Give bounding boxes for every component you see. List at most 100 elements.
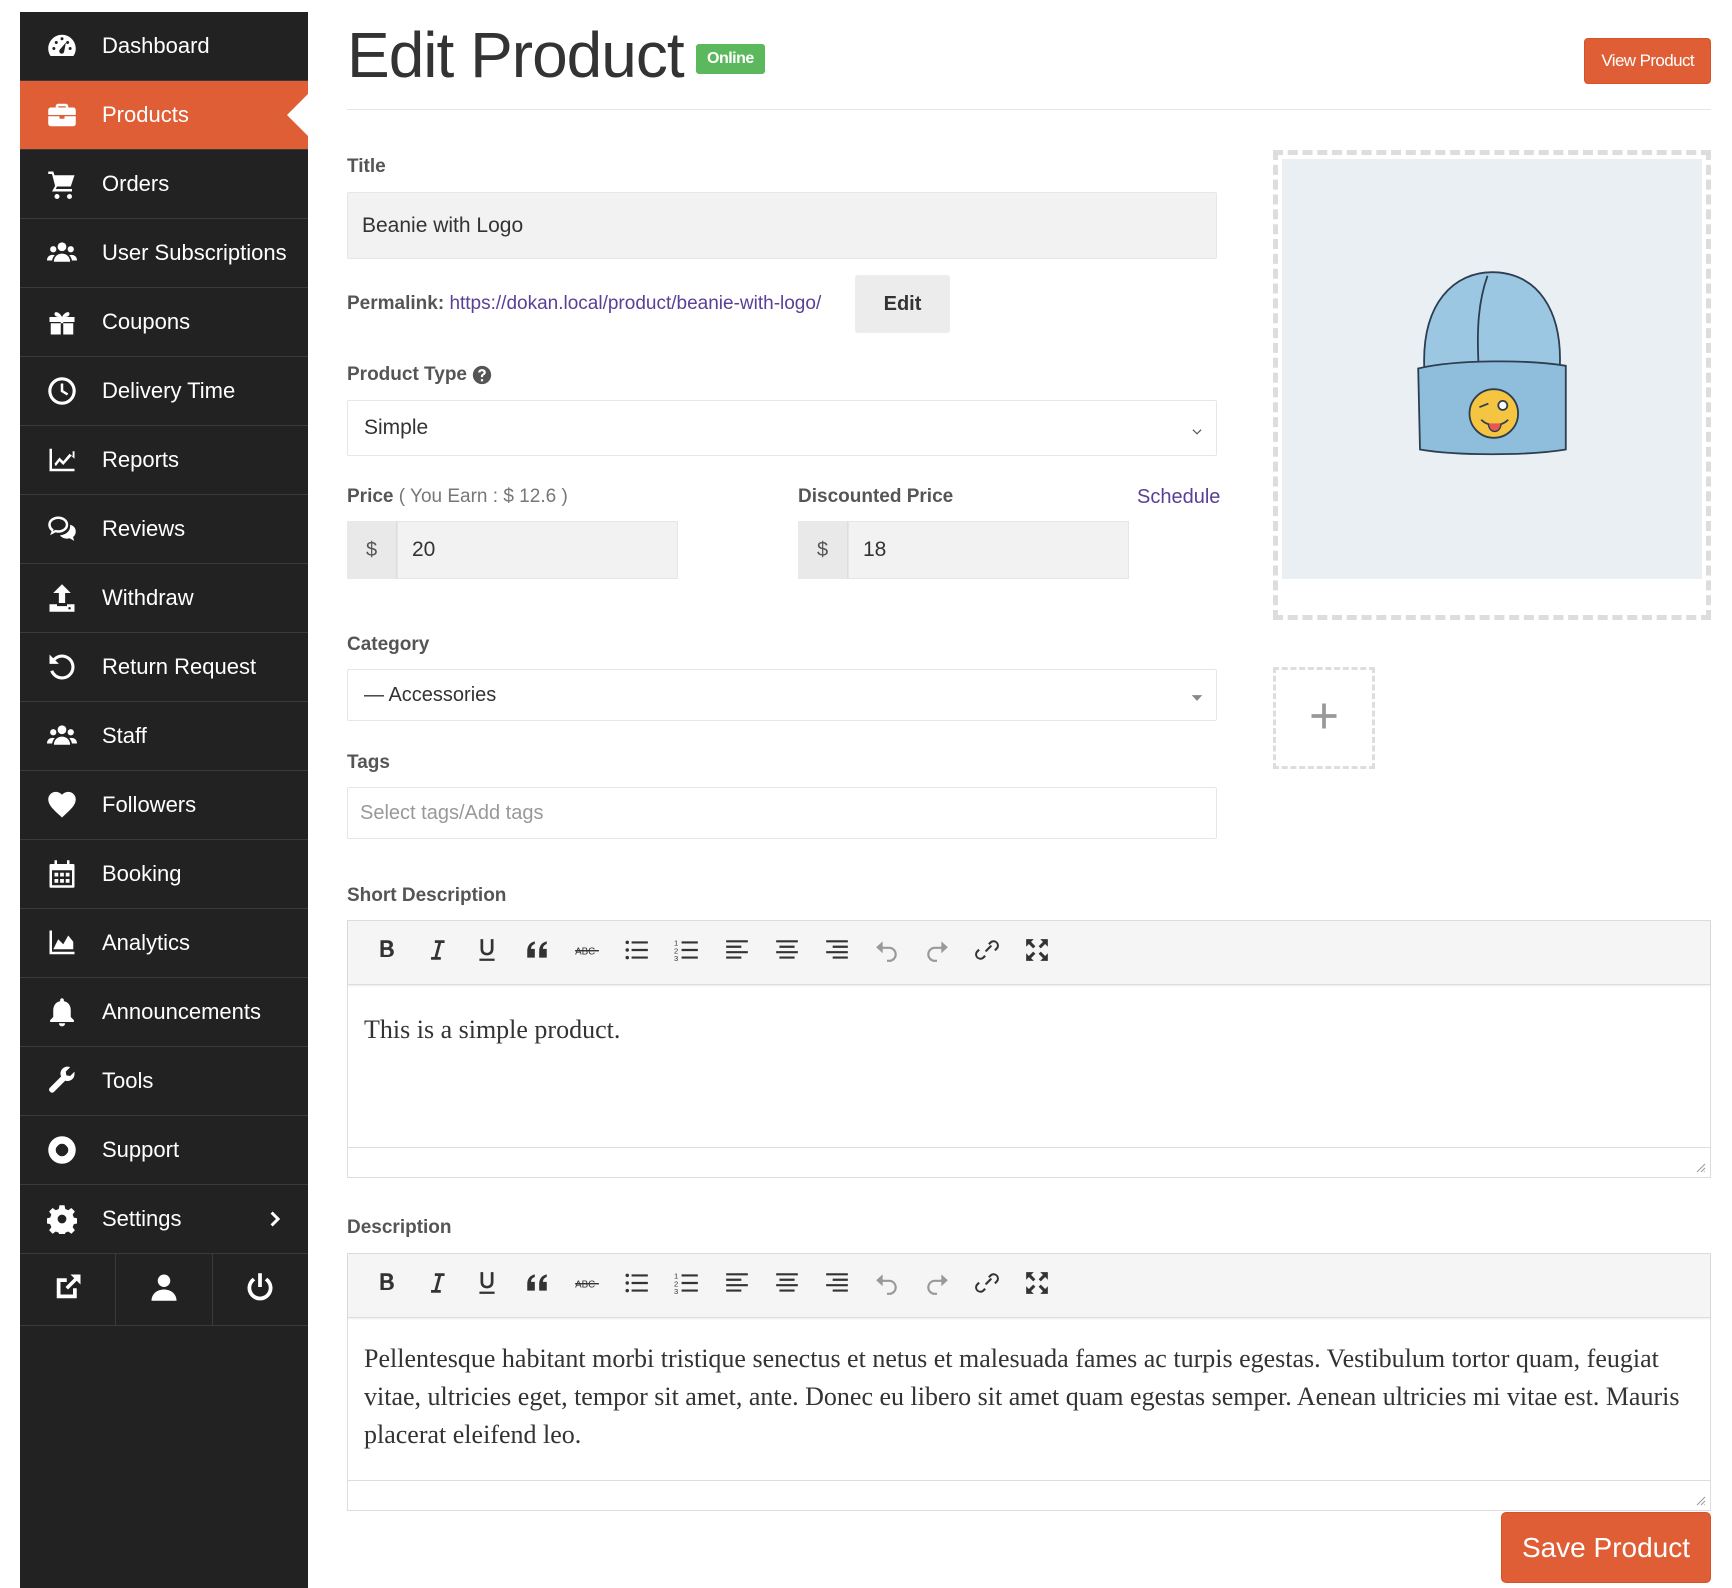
sidebar-item-support[interactable]: Support bbox=[20, 1116, 308, 1185]
permalink-link[interactable]: https://dokan.local/product/beanie-with-… bbox=[449, 293, 821, 314]
help-icon[interactable] bbox=[472, 365, 492, 385]
sidebar-item-settings[interactable]: Settings bbox=[20, 1185, 308, 1254]
category-select[interactable]: — Accessories bbox=[347, 669, 1217, 721]
sidebar-item-label: Announcements bbox=[102, 999, 261, 1024]
blockquote-button[interactable] bbox=[512, 1264, 562, 1308]
sidebar-item-staff[interactable]: Staff bbox=[20, 702, 308, 771]
bullet-list-button[interactable] bbox=[612, 931, 662, 975]
bold-button[interactable] bbox=[362, 1264, 412, 1308]
sidebar-item-booking[interactable]: Booking bbox=[20, 840, 308, 909]
sidebar-item-user-subscriptions[interactable]: User Subscriptions bbox=[20, 219, 308, 288]
undo-icon bbox=[874, 1270, 900, 1301]
undo-button[interactable] bbox=[862, 1264, 912, 1308]
align-left-button[interactable] bbox=[712, 1264, 762, 1308]
align-right-icon bbox=[824, 937, 850, 968]
visit-store-button[interactable] bbox=[20, 1254, 117, 1325]
short-description-toolbar: ABC 123 bbox=[348, 921, 1710, 985]
align-left-icon bbox=[724, 1270, 750, 1301]
sidebar-item-orders[interactable]: Orders bbox=[20, 150, 308, 219]
cart-icon bbox=[40, 169, 84, 199]
view-product-button[interactable]: View Product bbox=[1584, 38, 1711, 84]
sidebar-item-return-request[interactable]: Return Request bbox=[20, 633, 308, 702]
permalink-edit-button[interactable]: Edit bbox=[855, 275, 950, 333]
align-center-button[interactable] bbox=[762, 1264, 812, 1308]
numbered-list-button[interactable]: 123 bbox=[662, 931, 712, 975]
logout-button[interactable] bbox=[213, 1254, 308, 1325]
discount-input[interactable]: 18 bbox=[848, 521, 1129, 579]
description-content[interactable]: Pellentesque habitant morbi tristique se… bbox=[348, 1318, 1710, 1480]
blockquote-button[interactable] bbox=[512, 931, 562, 975]
featured-image-dropzone[interactable] bbox=[1273, 150, 1711, 620]
fullscreen-button[interactable] bbox=[1012, 931, 1062, 975]
sidebar-item-label: Reports bbox=[102, 447, 180, 472]
comments-icon bbox=[40, 514, 84, 544]
short-description-label: Short Description bbox=[347, 885, 507, 906]
quote-icon bbox=[524, 937, 550, 968]
tags-label: Tags bbox=[347, 752, 390, 773]
schedule-link[interactable]: Schedule bbox=[1137, 486, 1220, 509]
undo-button[interactable] bbox=[862, 931, 912, 975]
redo-button[interactable] bbox=[912, 1264, 962, 1308]
quote-icon bbox=[524, 1270, 550, 1301]
price-input[interactable]: 20 bbox=[397, 521, 678, 579]
sidebar-item-label: Staff bbox=[102, 723, 147, 748]
product-image bbox=[1282, 159, 1702, 579]
sidebar-item-reports[interactable]: Reports bbox=[20, 426, 308, 495]
sidebar-item-products[interactable]: Products bbox=[20, 81, 308, 150]
sidebar-item-delivery-time[interactable]: Delivery Time bbox=[20, 357, 308, 426]
sidebar-item-announcements[interactable]: Announcements bbox=[20, 978, 308, 1047]
svg-text:3: 3 bbox=[674, 1287, 678, 1296]
wrench-icon bbox=[40, 1066, 84, 1096]
sidebar-item-followers[interactable]: Followers bbox=[20, 771, 308, 840]
sidebar-item-label: Delivery Time bbox=[102, 378, 236, 403]
upload-icon bbox=[40, 583, 84, 613]
short-description-content[interactable]: This is a simple product. bbox=[348, 985, 1710, 1075]
bullet-list-icon bbox=[624, 937, 650, 968]
sidebar-item-coupons[interactable]: Coupons bbox=[20, 288, 308, 357]
numbered-list-button[interactable]: 123 bbox=[662, 1264, 712, 1308]
sidebar-item-label: Reviews bbox=[102, 516, 186, 541]
users-icon bbox=[40, 721, 84, 751]
title-input[interactable]: Beanie with Logo bbox=[347, 192, 1217, 259]
align-left-button[interactable] bbox=[712, 931, 762, 975]
profile-button[interactable] bbox=[116, 1254, 213, 1325]
sidebar-item-tools[interactable]: Tools bbox=[20, 1047, 308, 1116]
sidebar-item-label: Settings bbox=[102, 1206, 182, 1231]
insert-link-button[interactable] bbox=[962, 931, 1012, 975]
bullet-list-button[interactable] bbox=[612, 1264, 662, 1308]
external-link-icon bbox=[53, 1272, 83, 1307]
fullscreen-button[interactable] bbox=[1012, 1264, 1062, 1308]
bold-button[interactable] bbox=[362, 931, 412, 975]
align-center-button[interactable] bbox=[762, 931, 812, 975]
insert-link-button[interactable] bbox=[962, 1264, 1012, 1308]
redo-icon bbox=[924, 1270, 950, 1301]
area-chart-icon bbox=[40, 928, 84, 958]
description-editor: ABC 123 Pellentesque habitant morbi tris… bbox=[347, 1253, 1711, 1511]
sidebar-item-reviews[interactable]: Reviews bbox=[20, 495, 308, 564]
strikethrough-button[interactable]: ABC bbox=[562, 1264, 612, 1308]
align-right-button[interactable] bbox=[812, 931, 862, 975]
sidebar-item-dashboard[interactable]: Dashboard bbox=[20, 12, 308, 81]
sidebar: Dashboard Products Orders User Subscript… bbox=[20, 12, 308, 1588]
short-description-editor: ABC 123 This is a simple product. bbox=[347, 920, 1711, 1178]
underline-button[interactable] bbox=[462, 1264, 512, 1308]
sidebar-item-withdraw[interactable]: Withdraw bbox=[20, 564, 308, 633]
italic-icon bbox=[424, 937, 450, 968]
align-right-button[interactable] bbox=[812, 1264, 862, 1308]
resize-handle-icon[interactable] bbox=[1694, 1494, 1706, 1506]
sidebar-item-label: Products bbox=[102, 102, 189, 127]
italic-button[interactable] bbox=[412, 931, 462, 975]
redo-button[interactable] bbox=[912, 931, 962, 975]
add-gallery-image-button[interactable] bbox=[1273, 667, 1375, 769]
save-product-button[interactable]: Save Product bbox=[1501, 1512, 1711, 1583]
briefcase-icon bbox=[40, 100, 84, 130]
sidebar-item-analytics[interactable]: Analytics bbox=[20, 909, 308, 978]
resize-handle-icon[interactable] bbox=[1694, 1161, 1706, 1173]
product-type-select[interactable]: Simple bbox=[347, 400, 1217, 456]
tags-input[interactable]: Select tags/Add tags bbox=[347, 787, 1217, 839]
editor-statusbar bbox=[348, 1147, 1710, 1177]
undo-icon bbox=[874, 937, 900, 968]
strikethrough-button[interactable]: ABC bbox=[562, 931, 612, 975]
italic-button[interactable] bbox=[412, 1264, 462, 1308]
underline-button[interactable] bbox=[462, 931, 512, 975]
